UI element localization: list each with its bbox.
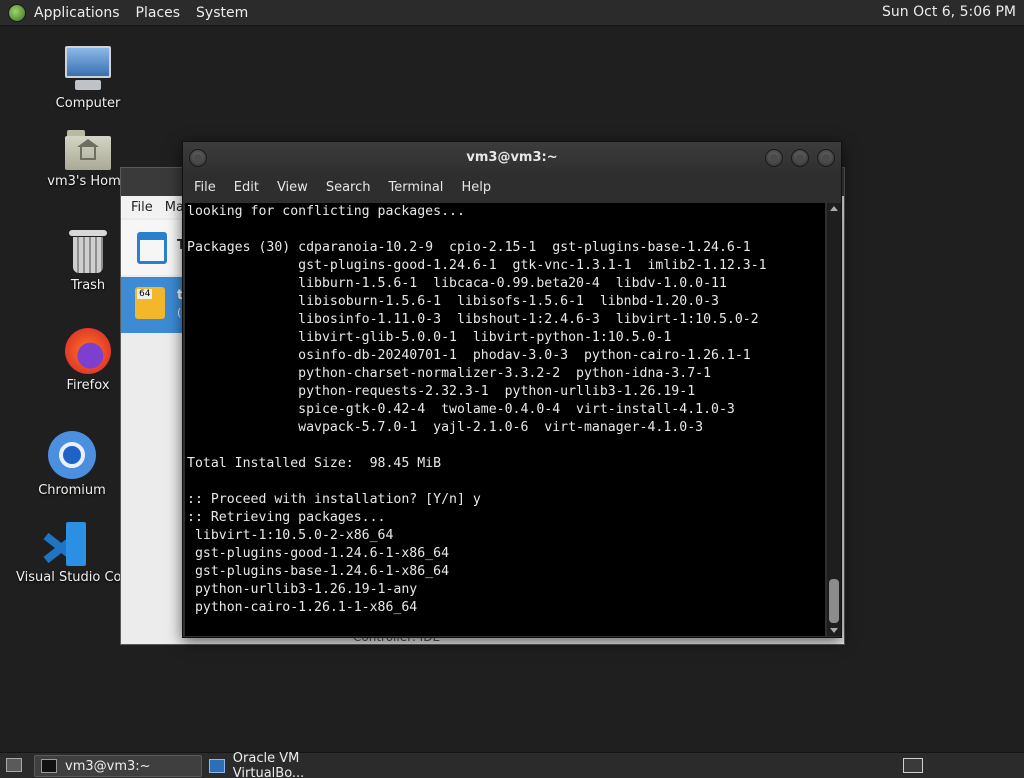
tools-icon	[137, 232, 167, 264]
terminal-line: libisoburn-1.5.6-1 libisofs-1.5.6-1 libn…	[187, 294, 719, 309]
chromium-icon	[48, 431, 96, 479]
terminal-menu-bar: File Edit View Search Terminal Help	[183, 173, 841, 201]
workspace-switcher[interactable]	[903, 758, 923, 773]
bottom-panel: vm3@vm3:~ Oracle VM VirtualBo...	[0, 751, 1024, 778]
tools-item[interactable]	[121, 220, 181, 275]
places-menu[interactable]: Places	[128, 5, 189, 21]
vm-list-item[interactable]: 64	[121, 277, 183, 333]
terminal-line: python-urllib3-1.26.19-1-any	[187, 582, 418, 597]
terminal-line: libvirt-1:10.5.0-2-x86_64	[187, 528, 394, 543]
menu-file[interactable]: File	[185, 180, 225, 195]
desktop-icon-chromium[interactable]: Chromium	[22, 431, 122, 498]
desktop-icon-label: vm3's Home	[47, 174, 129, 189]
taskbar-item-terminal[interactable]: vm3@vm3:~	[34, 755, 202, 777]
terminal-line: gst-plugins-good-1.24.6-1 gtk-vnc-1.3.1-…	[187, 258, 767, 273]
terminal-line: osinfo-db-20240701-1 phodav-3.0-3 python…	[187, 348, 751, 363]
vm-state: (	[177, 306, 182, 319]
virtualbox-icon	[209, 759, 225, 773]
virtualbox-menu-file[interactable]: File	[131, 200, 153, 215]
clock[interactable]: Sun Oct 6, 5:06 PM	[882, 4, 1016, 20]
terminal-line: libvirt-glib-5.0.0-1 libvirt-python-1:10…	[187, 330, 672, 345]
scroll-down-arrow-icon[interactable]	[830, 628, 838, 633]
applications-menu-icon[interactable]	[8, 3, 26, 22]
minimize-button[interactable]	[765, 149, 783, 167]
terminal-line: :: Proceed with installation? [Y/n] y	[187, 492, 481, 507]
home-folder-icon	[65, 130, 111, 170]
desktop-icon-label: Computer	[55, 96, 121, 111]
taskbar-item-label: vm3@vm3:~	[65, 758, 151, 774]
terminal-icon	[41, 759, 57, 773]
terminal-line: :: Retrieving packages...	[187, 510, 386, 525]
terminal-line: Total Installed Size: 98.45 MiB	[187, 456, 442, 471]
system-menu[interactable]: System	[188, 5, 256, 21]
menu-terminal[interactable]: Terminal	[379, 180, 452, 195]
terminal-output[interactable]: looking for conflicting packages... Pack…	[185, 203, 825, 636]
top-panel: Applications Places System Sun Oct 6, 5:…	[0, 0, 1024, 26]
taskbar-item-label: Oracle VM VirtualBo...	[232, 751, 305, 778]
terminal-line: Packages (30) cdparanoia-10.2-9 cpio-2.1…	[187, 240, 751, 255]
desktop-icon-label: Chromium	[38, 483, 106, 498]
trash-icon	[69, 230, 107, 274]
vm-arch-badge: 64	[137, 289, 153, 299]
terminal-line: python-requests-2.32.3-1 python-urllib3-…	[187, 384, 696, 399]
scrollbar-thumb[interactable]	[829, 579, 839, 623]
terminal-line: python-cairo-1.26.1-1-x86_64	[187, 600, 418, 615]
terminal-line: python-charset-normalizer-3.3.2-2 python…	[187, 366, 712, 381]
menu-search[interactable]: Search	[317, 180, 380, 195]
terminal-line: wavpack-5.7.0-1 yajl-2.1.0-6 virt-manage…	[187, 420, 704, 435]
terminal-scrollbar[interactable]	[827, 203, 841, 636]
menu-edit[interactable]: Edit	[225, 180, 268, 195]
terminal-line: libburn-1.5.6-1 libcaca-0.99.beta20-4 li…	[187, 276, 727, 291]
window-menu-button[interactable]	[189, 149, 207, 167]
maximize-button[interactable]	[791, 149, 809, 167]
vscode-icon	[43, 522, 90, 566]
menu-help[interactable]: Help	[452, 180, 500, 195]
desktop-icon-computer[interactable]: Computer	[38, 46, 138, 111]
applications-menu[interactable]: Applications	[26, 5, 128, 21]
terminal-title-bar[interactable]: vm3@vm3:~	[183, 142, 841, 173]
taskbar-item-virtualbox[interactable]: Oracle VM VirtualBo...	[203, 751, 373, 778]
terminal-line: gst-plugins-base-1.24.6-1-x86_64	[187, 564, 450, 579]
firefox-icon	[65, 328, 111, 374]
close-button[interactable]	[817, 149, 835, 167]
terminal-window[interactable]: vm3@vm3:~ File Edit View Search Terminal…	[182, 141, 842, 638]
desktop-icon-label: Visual Studio Code	[16, 570, 120, 585]
scroll-up-arrow-icon[interactable]	[830, 206, 838, 211]
terminal-line: libosinfo-1.11.0-3 libshout-1:2.4.6-3 li…	[187, 312, 759, 327]
desktop-icon-vscode[interactable]: Visual Studio Code	[16, 522, 120, 585]
terminal-line: gst-plugins-good-1.24.6-1-x86_64	[187, 546, 450, 561]
computer-icon	[63, 46, 113, 92]
show-desktop-icon[interactable]	[6, 758, 22, 772]
terminal-title: vm3@vm3:~	[466, 150, 558, 165]
menu-view[interactable]: View	[268, 180, 317, 195]
terminal-line: looking for conflicting packages...	[187, 204, 465, 219]
terminal-line: spice-gtk-0.42-4 twolame-0.4.0-4 virt-in…	[187, 402, 735, 417]
